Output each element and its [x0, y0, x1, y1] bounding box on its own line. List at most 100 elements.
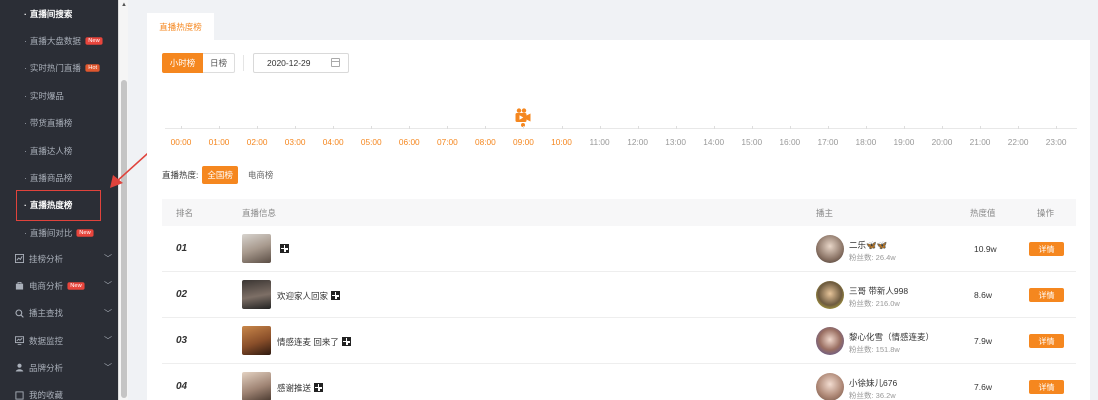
sidebar-group-anchor-search[interactable]: 播主查找 ﹀: [0, 300, 118, 327]
detail-button[interactable]: 详情: [1029, 242, 1064, 256]
rank-period-toggle: 小时榜 日榜: [162, 53, 235, 73]
timeline-tick: [1018, 126, 1020, 129]
timeline-tick: [903, 126, 905, 129]
sidebar-item-live-overview[interactable]: · 直播大盘数据 New: [0, 27, 118, 54]
qr-code-icon[interactable]: [331, 291, 341, 300]
national-rank-button[interactable]: 全国榜: [202, 166, 238, 184]
sidebar-scrollbar[interactable]: ▲: [118, 0, 128, 400]
hour-label[interactable]: 15:00: [741, 137, 762, 147]
chevron-down-icon: ﹀: [104, 336, 112, 346]
hour-label[interactable]: 13:00: [665, 137, 686, 147]
hour-label[interactable]: 22:00: [1008, 137, 1029, 147]
bullet: ·: [24, 8, 27, 19]
live-title: 欢迎家人回家: [277, 290, 341, 302]
timeline-tick: [675, 126, 677, 129]
live-cover-image[interactable]: [242, 372, 271, 400]
avatar[interactable]: [816, 327, 844, 355]
sidebar-item-label: 直播达人榜: [29, 145, 73, 156]
sidebar-sub-list: · 直播间搜索 · 直播大盘数据 New · 实时热门直播 Hot · 实时爆品 · 带货直播…: [0, 0, 118, 247]
timeline-tick: [599, 126, 601, 129]
sidebar-item-label: 实时爆品: [29, 90, 64, 101]
hour-label[interactable]: 12:00: [627, 137, 648, 147]
avatar[interactable]: [816, 235, 844, 263]
sidebar-item-live-product-rank[interactable]: · 直播商品榜: [0, 164, 118, 191]
sidebar-item-live-search[interactable]: · 直播间搜索: [0, 0, 118, 27]
sidebar-item-live-heat-rank[interactable]: · 直播热度榜: [0, 192, 118, 219]
hour-label[interactable]: 14:00: [703, 137, 724, 147]
sidebar-group-ecom-analysis[interactable]: 电商分析 New ﹀: [0, 272, 118, 299]
hour-label[interactable]: 08:00: [475, 137, 496, 147]
hour-label[interactable]: 11:00: [589, 137, 609, 147]
hour-label[interactable]: 10:00: [551, 137, 572, 147]
sidebar-item-realtime-hot-products[interactable]: · 实时爆品: [0, 82, 118, 109]
hour-label[interactable]: 06:00: [399, 137, 420, 147]
header-action: 操作: [1037, 207, 1055, 218]
table-row: 01 二乐🦋🦋 粉丝数: 26.4w 10.9w 详情: [162, 226, 1076, 272]
hour-label[interactable]: 19:00: [894, 137, 915, 147]
hour-label[interactable]: 00:00: [171, 137, 192, 147]
hourly-rank-button[interactable]: 小时榜: [162, 53, 203, 73]
avatar[interactable]: [816, 281, 844, 309]
anchor-name[interactable]: 黎心化雪（情感连麦）: [849, 331, 934, 343]
qr-code-icon[interactable]: [280, 244, 289, 253]
timeline-tick: [980, 126, 982, 129]
hour-timeline: 00:00 01:00 02:00 03:00 04:00 05:00 06:00 07:00…: [165, 102, 1081, 152]
sidebar-item-live-talent-rank[interactable]: · 直播达人榜: [0, 137, 118, 164]
hour-label[interactable]: 07:00: [437, 137, 458, 147]
sidebar-group-label: 播主查找: [29, 308, 64, 319]
sidebar-item-realtime-hot-live[interactable]: · 实时热门直播 Hot: [0, 55, 118, 82]
monitor-icon: [14, 336, 25, 345]
hour-label[interactable]: 04:00: [323, 137, 344, 147]
ecom-rank-button[interactable]: 电商榜: [248, 169, 274, 181]
hour-label[interactable]: 09:00: [513, 137, 534, 147]
sidebar-item-label: 实时热门直播: [29, 63, 81, 74]
hour-label[interactable]: 21:00: [970, 137, 991, 147]
hour-label[interactable]: 03:00: [285, 137, 306, 147]
chart-icon: [14, 254, 25, 264]
sidebar-group-data-monitor[interactable]: 数据监控 ﹀: [0, 327, 118, 354]
live-cover-image[interactable]: [242, 326, 271, 355]
date-picker[interactable]: 2020-12-29: [253, 53, 349, 73]
timeline-tick: [523, 126, 525, 129]
sidebar-item-live-compare[interactable]: · 直播间对比 New: [0, 219, 118, 246]
content-panel: 小时榜 日榜 2020-12-29 00:00 01:00 02:00 03:00 04…: [147, 40, 1090, 400]
live-cover-image[interactable]: [242, 280, 271, 309]
sidebar-group-favorites[interactable]: 我的收藏: [0, 381, 118, 400]
avatar[interactable]: [816, 373, 844, 400]
hour-label[interactable]: 02:00: [247, 137, 268, 147]
anchor-name[interactable]: 三哥 带新人998: [849, 285, 908, 297]
live-title-text: 情感连麦 回来了: [277, 337, 339, 347]
rank-number: 01: [176, 243, 188, 254]
calendar-icon: [331, 58, 340, 67]
sidebar-group-label: 数据监控: [29, 335, 64, 346]
hour-label[interactable]: 23:00: [1046, 137, 1067, 147]
qr-code-icon[interactable]: [314, 383, 324, 392]
hour-label[interactable]: 05:00: [361, 137, 382, 147]
detail-button[interactable]: 详情: [1029, 334, 1064, 348]
sidebar-group-chart-analysis[interactable]: 挂榜分析 ﹀: [0, 245, 118, 272]
table-row: 02 欢迎家人回家 三哥 带新人998 粉丝数: 216.0w 8.6w 详情: [162, 272, 1076, 318]
detail-button[interactable]: 详情: [1029, 380, 1064, 394]
live-cover-image[interactable]: [242, 234, 271, 263]
anchor-name[interactable]: 二乐🦋🦋: [849, 239, 887, 251]
tab-live-heat-rank[interactable]: 直播热度榜: [147, 13, 214, 41]
live-title-text: 欢迎家人回家: [277, 291, 329, 301]
scrollbar-thumb[interactable]: [121, 80, 127, 398]
sidebar-group-brand-analysis[interactable]: 品牌分析 ﹀: [0, 354, 118, 381]
detail-button[interactable]: 详情: [1029, 288, 1064, 302]
sidebar-item-label: 直播间对比: [29, 227, 73, 238]
hour-label[interactable]: 16:00: [779, 137, 800, 147]
hour-label[interactable]: 18:00: [856, 137, 877, 147]
sidebar-group-list: 挂榜分析 ﹀ 电商分析 New ﹀ 播主查找 ﹀ 数据监控 ﹀ 品牌分析 ﹀ 我…: [0, 245, 118, 400]
hour-label[interactable]: 20:00: [932, 137, 953, 147]
timeline-tick: [371, 126, 373, 129]
qr-code-icon[interactable]: [341, 337, 351, 346]
sidebar: · 直播间搜索 · 直播大盘数据 New · 实时热门直播 Hot · 实时爆品 · 带货直播…: [0, 0, 118, 400]
hour-label[interactable]: 17:00: [817, 137, 838, 147]
anchor-name[interactable]: 小徐妹儿676: [849, 377, 897, 389]
hour-label[interactable]: 01:00: [209, 137, 230, 147]
sidebar-item-sales-live-rank[interactable]: · 带货直播榜: [0, 110, 118, 137]
header-heat: 热度值: [970, 207, 996, 218]
scroll-up-arrow-icon[interactable]: ▲: [121, 2, 127, 8]
daily-rank-button[interactable]: 日榜: [203, 53, 235, 73]
